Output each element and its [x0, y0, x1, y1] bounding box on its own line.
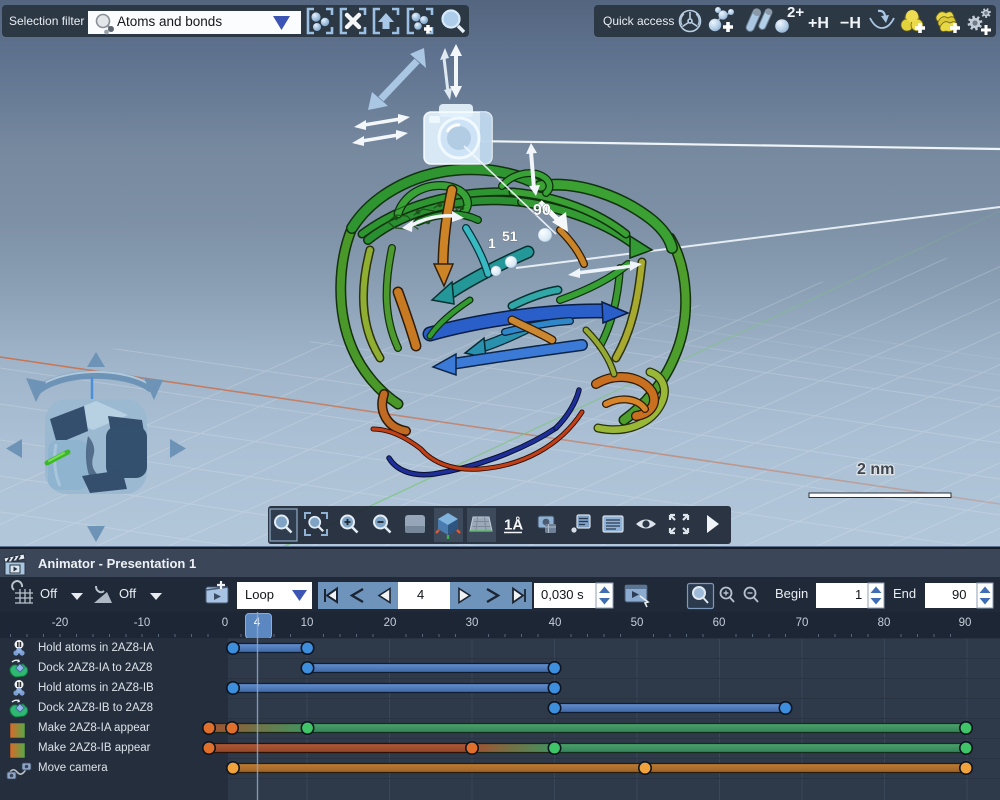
svg-text:−H: −H: [840, 15, 861, 32]
svg-text:2+: 2+: [787, 4, 804, 21]
svg-text:2 nm: 2 nm: [857, 461, 894, 478]
svg-text:1: 1: [488, 235, 496, 251]
svg-text:1Å: 1Å: [504, 517, 523, 534]
svg-text:51: 51: [502, 228, 518, 244]
svg-text:+H: +H: [808, 15, 829, 32]
svg-text:90: 90: [533, 202, 551, 219]
